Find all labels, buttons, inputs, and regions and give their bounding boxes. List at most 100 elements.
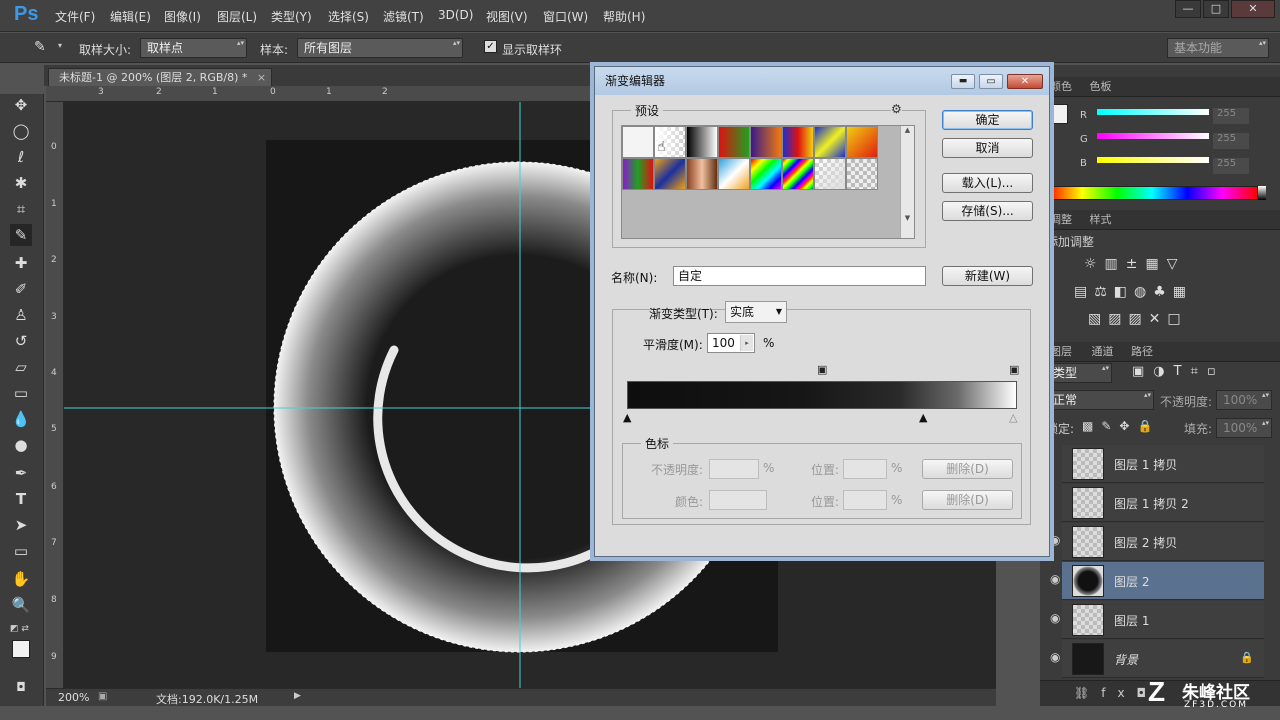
foreground-color-swatch[interactable] [12, 640, 30, 658]
preset-swatch[interactable] [750, 158, 782, 190]
pen-tool-icon[interactable]: ✒ [10, 462, 32, 484]
menu-window[interactable]: 窗口(W) [543, 8, 588, 25]
preset-swatch[interactable] [782, 126, 814, 158]
layer-visibility-eye-icon[interactable]: ◉ [1050, 611, 1060, 625]
bw-ramp[interactable] [1258, 186, 1266, 200]
preset-swatch[interactable] [686, 158, 718, 190]
zoom-tool-icon[interactable]: 🔍 [10, 594, 32, 616]
preset-swatch[interactable] [814, 158, 846, 190]
stop-opacity-input[interactable] [709, 459, 759, 479]
layer-visibility-eye-icon[interactable]: ◉ [1050, 650, 1060, 664]
opacity-stop-icon[interactable]: ▣ [1009, 363, 1019, 376]
fill-select[interactable]: 100% [1216, 418, 1272, 438]
crop-tool-icon[interactable]: ⌗ [10, 198, 32, 220]
menu-image[interactable]: 图像(I) [164, 8, 201, 25]
layer-row[interactable]: ◉ 背景 🔒 [1050, 640, 1264, 678]
eraser-tool-icon[interactable]: ▱ [10, 356, 32, 378]
new-button[interactable]: 新建(W) [942, 266, 1033, 286]
preset-swatch[interactable] [750, 126, 782, 158]
tab-styles[interactable]: 样式 [1090, 213, 1112, 226]
tab-layers[interactable]: 图层 [1050, 345, 1072, 358]
maximize-button[interactable]: □ [1203, 0, 1229, 18]
show-ring-checkbox[interactable]: ✓ [484, 40, 497, 53]
gradient-preview-bar[interactable] [627, 381, 1017, 409]
stop-color-swatch[interactable] [709, 490, 767, 510]
menu-help[interactable]: 帮助(H) [603, 8, 645, 25]
blur-tool-icon[interactable]: 💧 [10, 408, 32, 430]
tab-swatches[interactable]: 色板 [1090, 80, 1112, 93]
gradient-tool-icon[interactable]: ▭ [10, 382, 32, 404]
adjust-icons-row-1[interactable]: ☼▥±▦▽ [1084, 256, 1186, 272]
preset-swatch[interactable] [718, 126, 750, 158]
smoothness-arrow-icon[interactable]: ▸ [740, 335, 753, 351]
channel-r-slider[interactable] [1097, 109, 1209, 115]
channel-b-slider[interactable] [1097, 157, 1209, 163]
menu-layer[interactable]: 图层(L) [217, 8, 257, 25]
preset-swatch[interactable] [654, 158, 686, 190]
tool-preset-chevron-icon[interactable]: ▾ [58, 41, 62, 50]
dialog-close-icon[interactable]: ✕ [1007, 74, 1043, 89]
layer-row[interactable]: 图层 1 拷贝 [1062, 445, 1264, 483]
save-button[interactable]: 存储(S)... [942, 201, 1033, 221]
delete-color-stop-button[interactable]: 删除(D) [922, 490, 1013, 510]
move-tool-icon[interactable]: ✥ [10, 94, 32, 116]
status-menu-arrow-icon[interactable]: ▶ [294, 691, 301, 701]
minimize-button[interactable]: — [1175, 0, 1201, 18]
layer-filter-select[interactable]: 类型 [1046, 363, 1112, 383]
lock-icons[interactable]: ▩✎✥🔒 [1082, 419, 1160, 433]
preset-swatch[interactable] [686, 126, 718, 158]
menu-file[interactable]: 文件(F) [55, 8, 95, 25]
document-tab[interactable]: 未标题-1 @ 200% (图层 2, RGB/8) * × [48, 68, 272, 86]
preset-swatch[interactable] [846, 126, 878, 158]
channel-r-value[interactable]: 255 [1213, 108, 1249, 124]
brush-tool-icon[interactable]: ✐ [10, 278, 32, 300]
layer-row[interactable]: 图层 1 拷贝 2 [1062, 484, 1264, 522]
healing-brush-tool-icon[interactable]: ✚ [10, 252, 32, 274]
dialog-maximize-icon[interactable]: ▭ [979, 74, 1003, 89]
close-tab-icon[interactable]: × [257, 71, 266, 84]
layer-visibility-eye-icon[interactable]: ◉ [1050, 572, 1060, 586]
cancel-button[interactable]: 取消 [942, 138, 1033, 158]
color-stop-icon[interactable]: △ [1009, 411, 1017, 424]
channel-g-value[interactable]: 255 [1213, 133, 1249, 149]
shape-tool-icon[interactable]: ▭ [10, 540, 32, 562]
opacity-select[interactable]: 100% [1216, 390, 1272, 410]
channel-b-value[interactable]: 255 [1213, 158, 1249, 174]
layer-visibility-eye-icon[interactable]: ◉ [1050, 533, 1060, 547]
default-colors-icon[interactable]: ◩ ⇄ [10, 624, 29, 634]
hand-tool-icon[interactable]: ✋ [10, 568, 32, 590]
history-brush-tool-icon[interactable]: ↺ [10, 330, 32, 352]
close-app-button[interactable]: ✕ [1231, 0, 1275, 18]
lasso-tool-icon[interactable]: ℓ [10, 146, 32, 168]
presets-gear-icon[interactable]: ⚙ [891, 102, 902, 116]
magic-wand-tool-icon[interactable]: ✱ [10, 172, 32, 194]
tab-color[interactable]: 颜色 [1050, 80, 1072, 93]
preset-swatch[interactable] [782, 158, 814, 190]
adjust-icons-row-2[interactable]: ▤⚖◧◍♣▦ [1074, 284, 1193, 300]
preset-swatch[interactable] [846, 158, 878, 190]
sample-size-select[interactable]: 取样点 [140, 38, 247, 58]
path-select-tool-icon[interactable]: ➤ [10, 514, 32, 536]
adjust-icons-row-3[interactable]: ▧▨▨✕□ [1088, 311, 1188, 327]
color-panel-fg-swatch[interactable] [1052, 104, 1068, 124]
stamp-tool-icon[interactable]: ♙ [10, 304, 32, 326]
dodge-tool-icon[interactable]: ● [10, 434, 32, 456]
preset-swatch[interactable] [814, 126, 846, 158]
channel-g-slider[interactable] [1097, 133, 1209, 139]
menu-3d[interactable]: 3D(D) [438, 8, 473, 22]
layer-row[interactable]: ◉ 图层 2 拷贝 [1050, 523, 1264, 561]
workspace-select[interactable]: 基本功能 [1167, 38, 1269, 58]
tab-paths[interactable]: 路径 [1131, 345, 1153, 358]
opacity-stop-icon[interactable]: ▣ [817, 363, 827, 376]
eyedropper-tool-icon[interactable]: ✎ [10, 224, 32, 246]
load-button[interactable]: 载入(L)... [942, 173, 1033, 193]
color-spectrum-ramp[interactable] [1046, 186, 1258, 200]
menu-view[interactable]: 视图(V) [486, 8, 528, 25]
delete-opacity-stop-button[interactable]: 删除(D) [922, 459, 1013, 479]
menu-type[interactable]: 类型(Y) [271, 8, 312, 25]
sample-select[interactable]: 所有图层 [297, 38, 463, 58]
layer-row[interactable]: ◉ 图层 1 [1050, 601, 1264, 639]
zoom-level[interactable]: 200% [58, 691, 89, 704]
dialog-minimize-icon[interactable]: ▬ [951, 74, 975, 89]
layer-row-selected[interactable]: ◉ 图层 2 [1050, 562, 1264, 600]
